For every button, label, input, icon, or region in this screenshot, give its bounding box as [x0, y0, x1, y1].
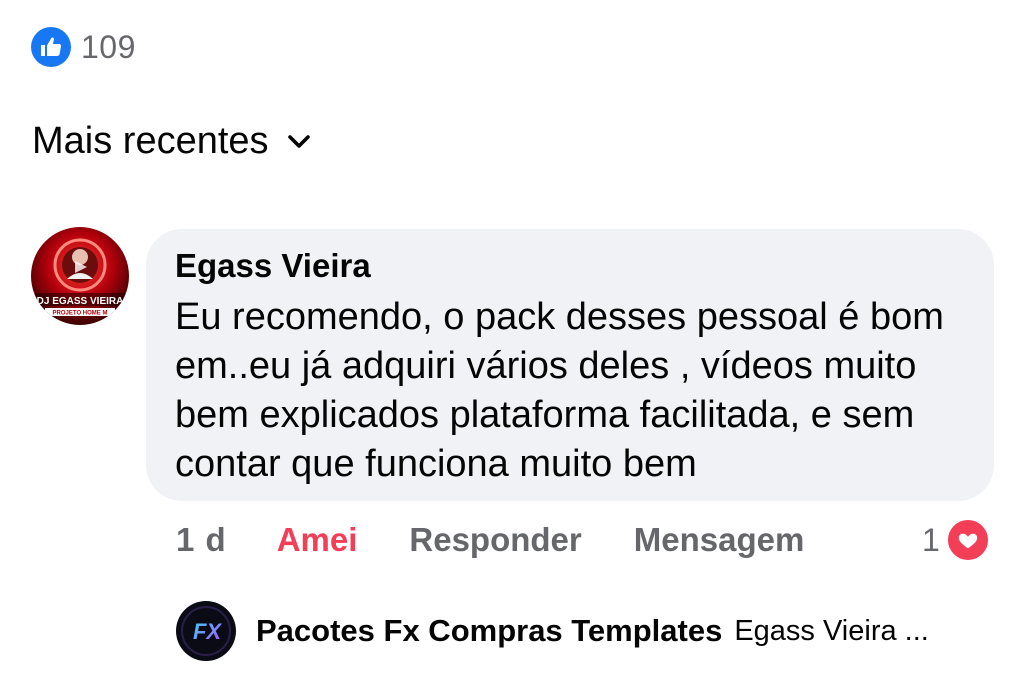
- reply-button[interactable]: Responder: [409, 521, 581, 559]
- avatar-logo-text: DJ EGASS VIEIRA: [37, 296, 124, 307]
- reply-snippet: Egass Vieira ...: [734, 614, 929, 647]
- love-icon: [945, 518, 990, 562]
- reply-preview[interactable]: FX Pacotes Fx Compras Templates Egass Vi…: [176, 601, 929, 661]
- comment-timestamp[interactable]: 1 d: [176, 521, 227, 559]
- reaction-count: 109: [81, 28, 136, 65]
- avatar-logo-subtext: PROJETO HOME M: [53, 311, 108, 317]
- comment-author-name[interactable]: Egass Vieira: [175, 247, 371, 285]
- post-reactions-summary[interactable]: 109: [31, 27, 136, 67]
- message-button[interactable]: Mensagem: [634, 521, 805, 559]
- comment-bubble: Egass Vieira Eu recomendo, o pack desses…: [146, 229, 994, 501]
- comment-actions: 1 d Amei Responder Mensagem: [176, 518, 804, 562]
- comment-reaction-summary[interactable]: 1: [922, 518, 990, 562]
- reply-author-name: Pacotes Fx Compras Templates: [256, 613, 723, 648]
- reply-avatar-logo-text: FX: [193, 619, 222, 644]
- comment-text: Eu recomendo, o pack desses pessoal é bo…: [175, 296, 944, 485]
- comment-author-avatar[interactable]: DJ EGASS VIEIRA PROJETO HOME M: [31, 227, 129, 325]
- like-icon: [31, 27, 71, 67]
- chevron-down-icon: [287, 130, 311, 154]
- sort-selector[interactable]: Mais recentes: [32, 120, 311, 163]
- sort-label: Mais recentes: [32, 120, 269, 162]
- love-reaction-button[interactable]: Amei: [277, 521, 358, 559]
- comment-reaction-count: 1: [922, 521, 940, 558]
- reply-author-avatar: FX: [176, 601, 236, 661]
